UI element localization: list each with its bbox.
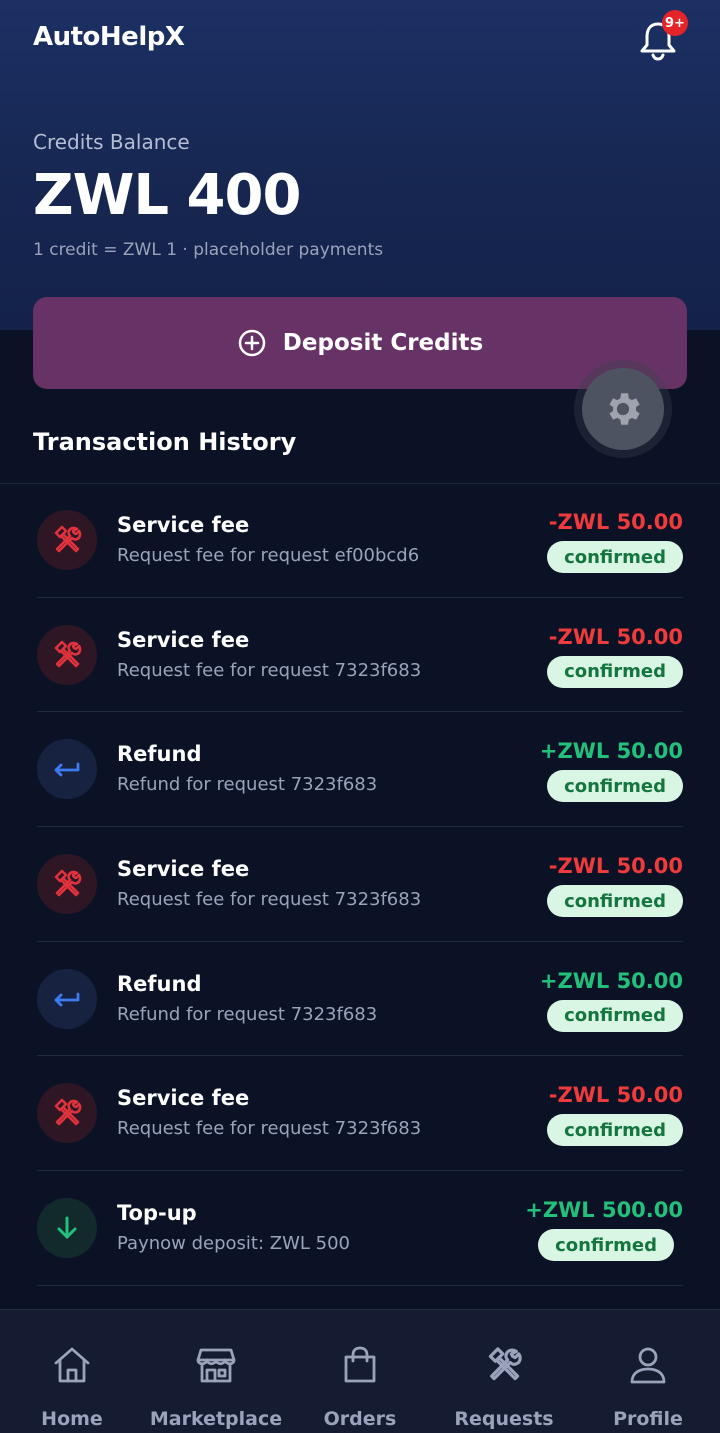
transaction-row[interactable]: Service fee Request fee for request 7323f… bbox=[37, 598, 683, 713]
notifications-button[interactable]: 9+ bbox=[636, 10, 688, 62]
nav-label: Requests bbox=[454, 1408, 554, 1430]
shopping-bag-icon bbox=[339, 1344, 381, 1390]
balance-label: Credits Balance bbox=[33, 130, 190, 154]
transaction-history-title: Transaction History bbox=[33, 428, 297, 456]
nav-label: Marketplace bbox=[149, 1408, 283, 1430]
tools-icon bbox=[483, 1344, 525, 1390]
transaction-row[interactable]: Refund Refund for request 7323f683 +ZWL 50… bbox=[37, 712, 683, 828]
home-icon bbox=[51, 1344, 93, 1390]
transaction-amount: +ZWL 500.00 bbox=[525, 1198, 683, 1223]
status-badge: confirmed bbox=[547, 541, 683, 573]
deposit-credits-label: Deposit Credits bbox=[282, 330, 484, 356]
notification-badge: 9+ bbox=[662, 10, 688, 36]
nav-label: Profile bbox=[613, 1408, 683, 1430]
transaction-amount: -ZWL 50.00 bbox=[548, 510, 683, 534]
transaction-amount: -ZWL 50.00 bbox=[548, 624, 683, 649]
balance-note: 1 credit = ZWL 1 · placeholder payments bbox=[33, 240, 384, 260]
tools-icon bbox=[37, 1083, 97, 1144]
nav-item-requests[interactable]: Requests bbox=[432, 1310, 576, 1433]
transaction-description: Refund for request 7323f683 bbox=[117, 1003, 378, 1025]
arrow-down-icon bbox=[37, 1198, 97, 1259]
balance-value: ZWL 400 bbox=[33, 163, 301, 228]
deposit-credits-button[interactable]: Deposit Credits bbox=[33, 297, 687, 389]
store-icon bbox=[195, 1344, 237, 1390]
nav-label: Orders bbox=[323, 1408, 397, 1430]
transaction-amount: -ZWL 50.00 bbox=[548, 854, 683, 879]
nav-item-marketplace[interactable]: Marketplace bbox=[144, 1310, 288, 1433]
transaction-title: Service fee bbox=[117, 627, 250, 652]
return-arrow-icon bbox=[37, 739, 97, 800]
transaction-row[interactable]: Top-up Paynow deposit: ZWL 500 +ZWL 500.00… bbox=[37, 1171, 683, 1286]
nav-item-orders[interactable]: Orders bbox=[288, 1310, 432, 1433]
status-badge: confirmed bbox=[538, 1229, 674, 1262]
transaction-row[interactable]: Service fee Request fee for request 7323f… bbox=[37, 827, 683, 942]
status-badge: confirmed bbox=[547, 999, 683, 1032]
nav-label: Home bbox=[41, 1408, 103, 1430]
status-badge: confirmed bbox=[547, 885, 683, 918]
tools-icon bbox=[37, 854, 97, 915]
transaction-description: Request fee for request 7323f683 bbox=[117, 1118, 422, 1140]
transaction-title: Service fee bbox=[117, 513, 250, 537]
transaction-amount: +ZWL 50.00 bbox=[539, 739, 683, 764]
plus-circle-icon bbox=[238, 329, 266, 357]
app-title: AutoHelpX bbox=[33, 22, 185, 52]
transaction-description: Request fee for request 7323f683 bbox=[117, 889, 422, 911]
status-badge: confirmed bbox=[547, 1114, 683, 1147]
nav-item-profile[interactable]: Profile bbox=[576, 1310, 720, 1433]
transaction-description: Request fee for request 7323f683 bbox=[117, 659, 422, 681]
gear-icon bbox=[609, 393, 640, 425]
transaction-list: Service fee Request fee for request ef00b… bbox=[37, 483, 683, 1286]
transaction-amount: +ZWL 50.00 bbox=[539, 968, 683, 993]
transaction-amount: -ZWL 50.00 bbox=[548, 1083, 683, 1108]
bottom-navigation: Home Marketplace Orders Requests Profile bbox=[0, 1309, 720, 1433]
transaction-description: Refund for request 7323f683 bbox=[117, 774, 378, 796]
nav-item-home[interactable]: Home bbox=[0, 1310, 144, 1433]
settings-fab[interactable] bbox=[582, 368, 664, 450]
return-arrow-icon bbox=[37, 968, 97, 1029]
transaction-title: Service fee bbox=[117, 1086, 250, 1111]
transaction-title: Service fee bbox=[117, 857, 250, 882]
status-badge: confirmed bbox=[547, 655, 683, 688]
transaction-title: Refund bbox=[117, 742, 202, 767]
transaction-row[interactable]: Refund Refund for request 7323f683 +ZWL 50… bbox=[37, 942, 683, 1057]
transaction-title: Refund bbox=[117, 971, 202, 996]
transaction-description: Paynow deposit: ZWL 500 bbox=[117, 1233, 350, 1255]
transaction-row[interactable]: Service fee Request fee for request ef00b… bbox=[37, 483, 683, 598]
tools-icon bbox=[37, 624, 97, 685]
tools-icon bbox=[37, 510, 97, 570]
transaction-description: Request fee for request ef00bcd6 bbox=[117, 545, 420, 566]
user-icon bbox=[627, 1344, 669, 1390]
transaction-row[interactable]: Service fee Request fee for request 7323f… bbox=[37, 1056, 683, 1172]
transaction-title: Top-up bbox=[117, 1201, 197, 1226]
status-badge: confirmed bbox=[547, 770, 683, 803]
